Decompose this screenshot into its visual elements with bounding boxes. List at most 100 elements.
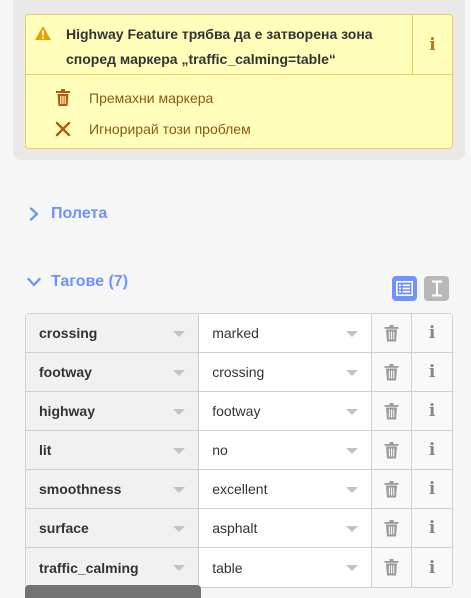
- tag-info-button[interactable]: i: [412, 470, 452, 508]
- tag-key-text: highway: [39, 403, 96, 419]
- info-icon: i: [428, 401, 436, 421]
- combo-caret-icon[interactable]: [173, 565, 186, 571]
- text-view-icon: [431, 280, 442, 297]
- combo-caret-icon[interactable]: [173, 487, 186, 493]
- info-icon: i: [428, 440, 436, 460]
- tag-info-button[interactable]: i: [412, 431, 452, 469]
- tag-delete-button[interactable]: [372, 392, 413, 430]
- info-icon: i: [429, 35, 436, 55]
- issue-message: Highway Feature трябва да е затворена зо…: [66, 26, 373, 67]
- section-tags-label: Тагове (7): [51, 273, 129, 290]
- tag-key-field[interactable]: footway: [26, 353, 200, 391]
- combo-caret-icon[interactable]: [346, 409, 359, 415]
- tag-delete-button[interactable]: [372, 314, 413, 352]
- tag-delete-button[interactable]: [372, 353, 413, 391]
- text-view-button[interactable]: [424, 276, 449, 301]
- combo-caret-icon[interactable]: [346, 370, 359, 376]
- issue-info-button[interactable]: i: [412, 15, 452, 75]
- tag-value-text: excellent: [212, 481, 268, 497]
- trash-icon: [384, 559, 399, 576]
- validation-issue: Highway Feature трябва да е затворена зо…: [25, 14, 453, 149]
- tag-value-text: footway: [212, 403, 261, 419]
- tag-row: surface asphalt i: [26, 509, 452, 548]
- info-icon: i: [428, 479, 436, 499]
- combo-caret-icon[interactable]: [346, 487, 359, 493]
- tag-table: crossing marked i footway crossing i highway fo…: [25, 313, 453, 588]
- trash-icon: [384, 480, 399, 498]
- combo-caret-icon[interactable]: [173, 331, 186, 337]
- combo-caret-icon[interactable]: [173, 370, 186, 376]
- tag-row: lit no i: [26, 431, 452, 470]
- combo-caret-icon[interactable]: [346, 448, 359, 454]
- tag-key-text: lit: [39, 442, 52, 458]
- trash-icon: [384, 363, 399, 381]
- tag-info-button[interactable]: i: [412, 353, 452, 391]
- list-view-button[interactable]: [392, 276, 417, 301]
- fix-remove-tag-label: Премахни маркера: [89, 90, 214, 106]
- tag-value-field[interactable]: table: [199, 548, 373, 587]
- combo-caret-icon[interactable]: [173, 448, 186, 454]
- add-tag-button[interactable]: [25, 585, 201, 598]
- tag-info-button[interactable]: i: [412, 548, 452, 587]
- warning-icon: [35, 26, 51, 40]
- chevron-right-icon: [29, 207, 39, 221]
- tag-row: footway crossing i: [26, 353, 452, 392]
- tag-key-text: footway: [39, 364, 92, 380]
- section-tags-toggle[interactable]: Тагове (7): [27, 270, 128, 294]
- tag-value-text: asphalt: [212, 520, 258, 536]
- tag-key-field[interactable]: smoothness: [26, 470, 200, 508]
- list-view-icon: [396, 281, 413, 296]
- tag-value-text: no: [212, 442, 228, 458]
- chevron-down-icon: [27, 277, 41, 287]
- tag-key-field[interactable]: surface: [26, 509, 200, 547]
- tag-value-field[interactable]: marked: [199, 314, 373, 352]
- tag-key-field[interactable]: lit: [26, 431, 200, 469]
- trash-icon: [384, 519, 399, 537]
- issue-header[interactable]: Highway Feature трябва да е затворена зо…: [26, 15, 452, 75]
- tag-delete-button[interactable]: [372, 548, 413, 587]
- combo-caret-icon[interactable]: [173, 526, 186, 532]
- combo-caret-icon[interactable]: [173, 409, 186, 415]
- tag-value-field[interactable]: excellent: [199, 470, 373, 508]
- close-icon: [54, 120, 72, 138]
- fix-ignore-issue[interactable]: Игнорирай този проблем: [54, 117, 414, 141]
- tag-key-field[interactable]: highway: [26, 392, 200, 430]
- tag-value-field[interactable]: crossing: [199, 353, 373, 391]
- combo-caret-icon[interactable]: [346, 331, 359, 337]
- tag-key-field[interactable]: traffic_calming: [26, 548, 200, 587]
- tag-value-text: marked: [212, 325, 259, 341]
- info-icon: i: [428, 518, 436, 538]
- tag-info-button[interactable]: i: [412, 509, 452, 547]
- tag-value-field[interactable]: asphalt: [199, 509, 373, 547]
- trash-icon: [384, 402, 399, 420]
- tag-key-text: traffic_calming: [39, 559, 139, 576]
- tag-delete-button[interactable]: [372, 509, 413, 547]
- tag-row: highway footway i: [26, 392, 452, 431]
- tag-key-field[interactable]: crossing: [26, 314, 200, 352]
- tag-key-text: smoothness: [39, 481, 122, 497]
- fix-remove-tag[interactable]: Премахни маркера: [54, 86, 414, 110]
- info-icon: i: [428, 362, 436, 382]
- section-fields-toggle[interactable]: Полета: [27, 202, 107, 226]
- trash-icon: [384, 324, 399, 342]
- tag-key-text: crossing: [39, 325, 98, 341]
- combo-caret-icon[interactable]: [346, 526, 359, 532]
- tag-key-text: surface: [39, 520, 89, 536]
- tag-value-text: table: [212, 559, 243, 576]
- tag-value-text: crossing: [212, 364, 265, 380]
- fix-ignore-issue-label: Игнорирай този проблем: [89, 121, 251, 137]
- tag-row: smoothness excellent i: [26, 470, 452, 509]
- tag-info-button[interactable]: i: [412, 314, 452, 352]
- tag-delete-button[interactable]: [372, 470, 413, 508]
- info-icon: i: [428, 557, 436, 578]
- tag-value-field[interactable]: no: [199, 431, 373, 469]
- tag-delete-button[interactable]: [372, 431, 413, 469]
- tag-info-button[interactable]: i: [412, 392, 452, 430]
- combo-caret-icon[interactable]: [346, 565, 359, 571]
- tag-value-field[interactable]: footway: [199, 392, 373, 430]
- tag-row: traffic_calming table i: [26, 548, 452, 587]
- tag-row: crossing marked i: [26, 314, 452, 353]
- section-fields-label: Полета: [51, 205, 108, 222]
- info-icon: i: [428, 323, 436, 343]
- trash-icon: [384, 441, 399, 459]
